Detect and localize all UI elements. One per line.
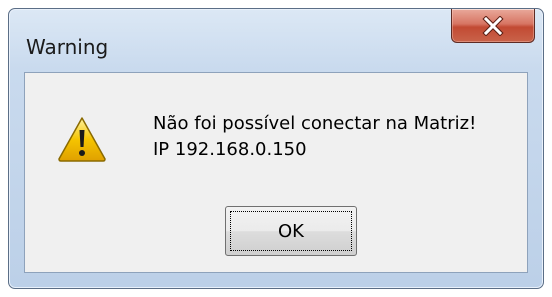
dialog-content: Não foi possível conectar na Matriz! IP … bbox=[24, 72, 528, 273]
close-icon bbox=[452, 9, 534, 42]
warning-icon bbox=[57, 116, 107, 162]
title-bar[interactable]: Warning bbox=[9, 9, 543, 73]
close-button[interactable] bbox=[451, 9, 535, 43]
message-line-2: IP 192.168.0.150 bbox=[153, 139, 307, 160]
message-text: Não foi possível conectar na Matriz! IP … bbox=[153, 111, 476, 163]
window-title: Warning bbox=[26, 35, 109, 59]
ok-button[interactable]: OK bbox=[225, 206, 357, 256]
ok-button-label: OK bbox=[230, 211, 352, 251]
message-line-1: Não foi possível conectar na Matriz! bbox=[153, 113, 477, 134]
dialog-window: Warning Não foi possível conectar na Mat… bbox=[8, 8, 544, 289]
